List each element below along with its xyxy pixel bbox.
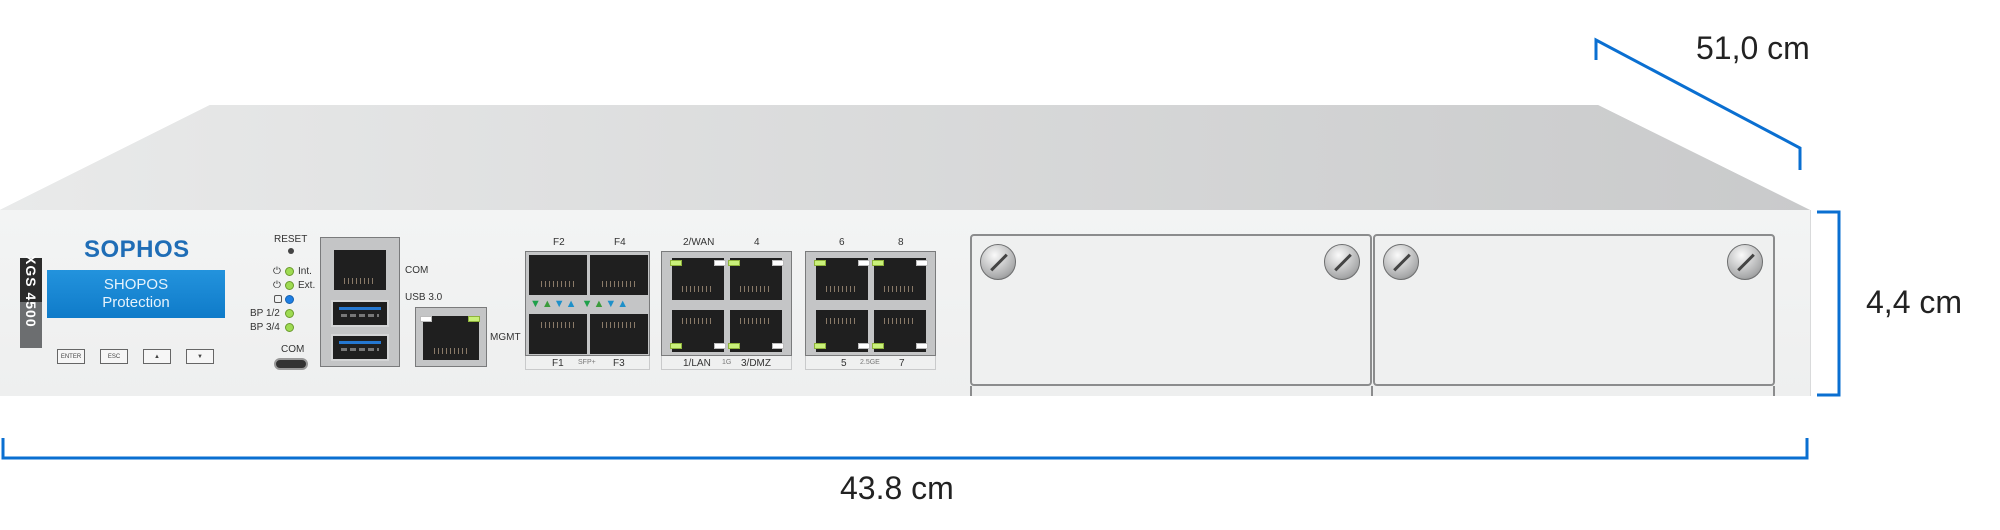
width-label: 43.8 cm	[840, 470, 954, 506]
height-dimension-line	[1817, 210, 1841, 397]
width-dimension-line	[1, 438, 1809, 460]
height-label: 4,4 cm	[1866, 284, 1963, 320]
depth-label: 51,0 cm	[1696, 30, 1810, 66]
dimension-lines	[1, 37, 1841, 460]
